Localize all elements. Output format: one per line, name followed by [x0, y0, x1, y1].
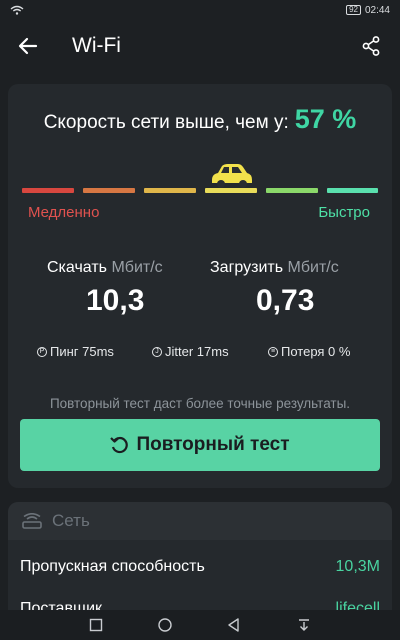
ping-text: Пинг 75ms — [50, 344, 114, 359]
network-card-header: Сеть — [8, 502, 392, 540]
back-nav-icon[interactable] — [226, 617, 242, 633]
retest-button-label: Повторный тест — [136, 434, 290, 455]
gauge-segment-6 — [327, 188, 378, 193]
slow-label: Медленно — [28, 204, 100, 221]
ping-stat: P Пинг 75ms — [37, 344, 114, 359]
network-card-title: Сеть — [52, 511, 90, 530]
jitter-icon: J — [152, 346, 162, 357]
headline-text: Скорость сети выше, чем у: — [43, 112, 289, 133]
home-icon[interactable] — [157, 617, 173, 633]
gauge-segment-3 — [144, 188, 196, 193]
jitter-text: Jitter 17ms — [165, 344, 229, 359]
jitter-stat: J Jitter 17ms — [152, 344, 229, 359]
car-icon — [212, 164, 252, 188]
speed-headline: Скорость сети выше, чем у: 57 % — [8, 104, 392, 135]
bandwidth-value: 10,3M — [335, 558, 380, 575]
upload-value: 0,73 — [256, 284, 315, 317]
share-icon[interactable] — [362, 36, 380, 56]
speed-result-card: Скорость сети выше, чем у: 57 % Медленно … — [8, 84, 392, 488]
status-bar: 92 02:44 — [0, 0, 400, 20]
fast-label: Быстро — [318, 204, 370, 221]
notification-pull-icon[interactable] — [296, 617, 312, 633]
info-row-bandwidth: Пропускная способность 10,3M — [20, 558, 380, 576]
battery-indicator: 92 — [346, 5, 361, 15]
gauge-segment-5 — [266, 188, 318, 193]
upload-unit: Мбит/с — [287, 259, 339, 276]
retest-button[interactable]: Повторный тест — [20, 419, 380, 471]
upload-label: Загрузить Мбит/с — [210, 259, 339, 277]
clock: 02:44 — [364, 4, 390, 16]
loss-text: Потеря 0 % — [281, 344, 351, 359]
download-unit: Мбит/с — [111, 259, 163, 276]
network-card: Сеть Пропускная способность 10,3M Постав… — [8, 502, 392, 622]
gauge-segment-4 — [205, 188, 257, 193]
loss-icon: ≡ — [268, 346, 278, 357]
router-icon — [22, 513, 42, 529]
retest-hint: Повторный тест даст более точные результ… — [49, 396, 351, 411]
upload-label-text: Загрузить — [210, 259, 284, 276]
recent-apps-icon[interactable] — [88, 617, 104, 633]
app-bar: Wi-Fi — [0, 20, 400, 74]
back-arrow-icon[interactable] — [18, 36, 38, 56]
wifi-icon — [10, 5, 24, 15]
download-value: 10,3 — [86, 284, 145, 317]
bandwidth-label: Пропускная способность — [20, 558, 205, 575]
gauge-segment-2 — [83, 188, 135, 193]
refresh-icon — [110, 436, 129, 454]
download-label-text: Скачать — [47, 259, 107, 276]
gauge-segment-1 — [22, 188, 74, 193]
percentile-value: 57 % — [294, 104, 357, 134]
ping-icon: P — [37, 346, 47, 357]
download-label: Скачать Мбит/с — [47, 259, 163, 277]
page-title: Wi-Fi — [72, 34, 121, 57]
system-navigation-bar — [0, 610, 400, 640]
loss-stat: ≡ Потеря 0 % — [268, 344, 350, 359]
speed-gauge — [22, 188, 378, 194]
